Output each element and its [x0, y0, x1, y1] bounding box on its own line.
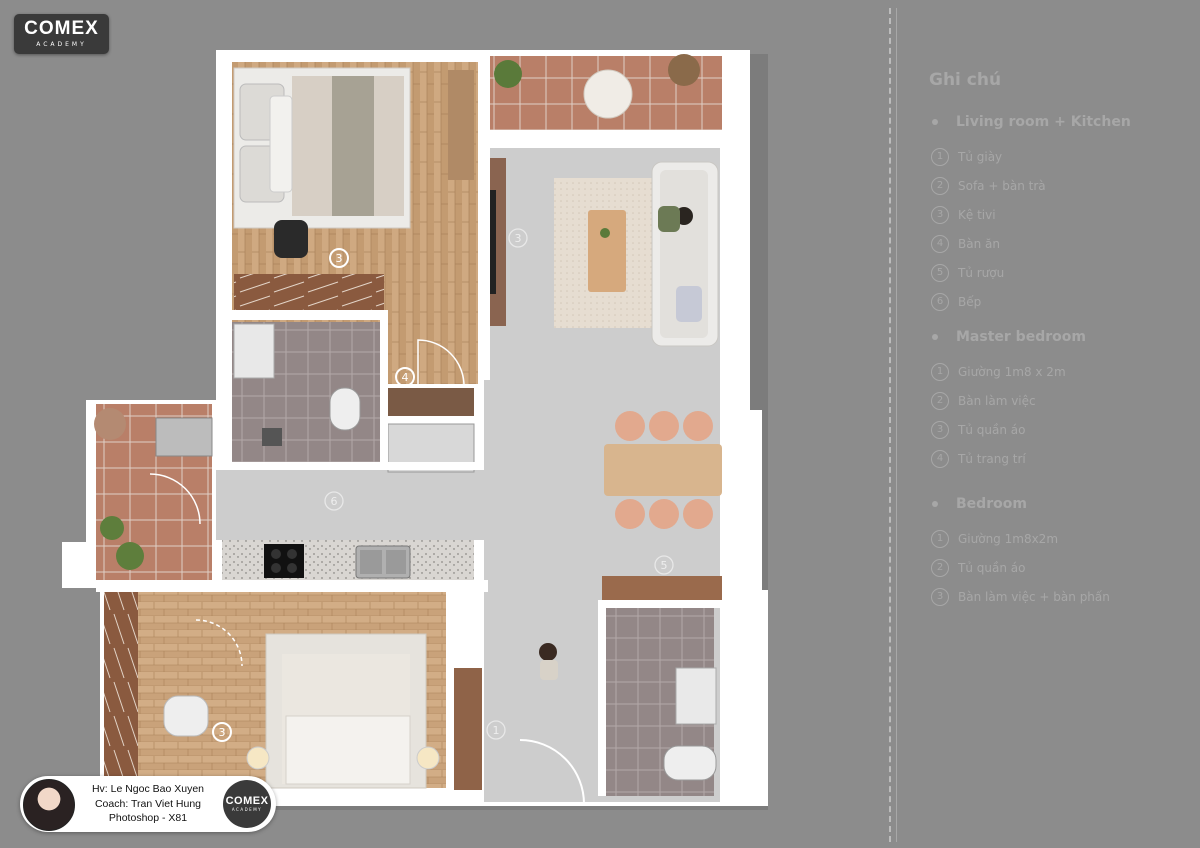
legend-item: 6 Bếp: [931, 293, 981, 311]
plan-marker-number: 6: [331, 495, 338, 508]
legend-item-label: Giường 1m8 x 2m: [958, 365, 1066, 379]
legend-item: 2 Bàn làm việc: [931, 392, 1036, 410]
legend-divider-line: [896, 8, 897, 842]
badge-logo-name: COMEX: [225, 795, 269, 807]
legend-item-number: 1: [931, 148, 949, 166]
credit-coach: Coach: Tran Viet Hung: [94, 797, 202, 810]
legend-item-label: Tủ quần áo: [958, 423, 1026, 437]
plan-marker-number: 3: [336, 252, 343, 265]
plan-marker-number: 3: [219, 726, 226, 739]
legend-item-number: 3: [931, 588, 949, 606]
legend-item-label: Tủ quần áo: [958, 561, 1026, 575]
legend-item-label: Tủ giày: [958, 150, 1003, 164]
legend-item-number: 2: [931, 392, 949, 410]
legend-item: 5 Tủ rượu: [931, 264, 1004, 282]
bullet-icon: [932, 501, 938, 507]
legend-item-number: 6: [931, 293, 949, 311]
badge-logo: COMEX ACADEMY: [223, 780, 271, 828]
legend-item-number: 2: [931, 559, 949, 577]
legend-item-number: 3: [931, 421, 949, 439]
plan-marker-number: 3: [515, 232, 522, 245]
legend-item: 4 Bàn ăn: [931, 235, 1000, 253]
legend-item-number: 1: [931, 363, 949, 381]
legend-item: 1 Tủ giày: [931, 148, 1002, 166]
legend-section: Bedroom: [932, 496, 1027, 512]
legend-section: Living room + Kitchen: [932, 114, 1131, 130]
legend-item: 4 Tủ trang trí: [931, 450, 1026, 468]
legend-item-label: Kệ tivi: [958, 208, 996, 222]
legend-item-number: 5: [931, 264, 949, 282]
legend-divider: [889, 8, 891, 842]
credit-text: Hv: Le Ngoc Bao Xuyen Coach: Tran Viet H…: [84, 782, 212, 826]
logo-sub: ACADEMY: [36, 41, 87, 48]
legend-item: 3 Tủ quần áo: [931, 421, 1025, 439]
legend-title: Ghi chú: [929, 70, 1002, 90]
plan-marker-number: 5: [661, 559, 668, 572]
plan-marker-number: 1: [493, 724, 500, 737]
comex-logo: COMEX ACADEMY: [14, 14, 109, 54]
credit-badge: Hv: Le Ngoc Bao Xuyen Coach: Tran Viet H…: [20, 776, 276, 832]
legend-item-label: Bàn làm việc + bàn phấn: [958, 590, 1110, 604]
legend-item-label: Tủ rượu: [958, 266, 1005, 280]
legend-item: 2 Tủ quần áo: [931, 559, 1025, 577]
legend-item-label: Bàn ăn: [958, 237, 1000, 251]
logo-name: COMEX: [24, 18, 99, 39]
bullet-icon: [932, 334, 938, 340]
badge-logo-sub: ACADEMY: [231, 807, 263, 812]
credit-student: Hv: Le Ngoc Bao Xuyen: [91, 783, 205, 795]
legend-item-label: Bàn làm việc: [958, 394, 1036, 408]
bullet-icon: [932, 119, 938, 125]
legend-item: 1 Giường 1m8 x 2m: [931, 363, 1066, 381]
legend-item: 3 Bàn làm việc + bàn phấn: [931, 588, 1110, 606]
legend-section-name: Master bedroom: [956, 329, 1086, 345]
avatar: [23, 779, 75, 831]
legend-section-name: Bedroom: [956, 496, 1027, 512]
legend-item-number: 4: [931, 450, 949, 468]
legend-section-name: Living room + Kitchen: [956, 114, 1131, 130]
legend-item-label: Tủ trang trí: [958, 452, 1026, 466]
legend-item-number: 4: [931, 235, 949, 253]
credit-course: Photoshop - X81: [108, 812, 188, 824]
legend-item-label: Bếp: [958, 295, 982, 309]
legend-item: 3 Kệ tivi: [931, 206, 996, 224]
legend-item-number: 2: [931, 177, 949, 195]
legend-item-number: 3: [931, 206, 949, 224]
plan-marker-number: 4: [402, 371, 409, 384]
legend-section: Master bedroom: [932, 329, 1086, 345]
legend-item-label: Giường 1m8x2m: [958, 532, 1059, 546]
legend-item: 2 Sofa + bàn trà: [931, 177, 1046, 195]
legend-item-number: 1: [931, 530, 949, 548]
legend-item: 1 Giường 1m8x2m: [931, 530, 1058, 548]
legend-item-label: Sofa + bàn trà: [958, 179, 1046, 193]
